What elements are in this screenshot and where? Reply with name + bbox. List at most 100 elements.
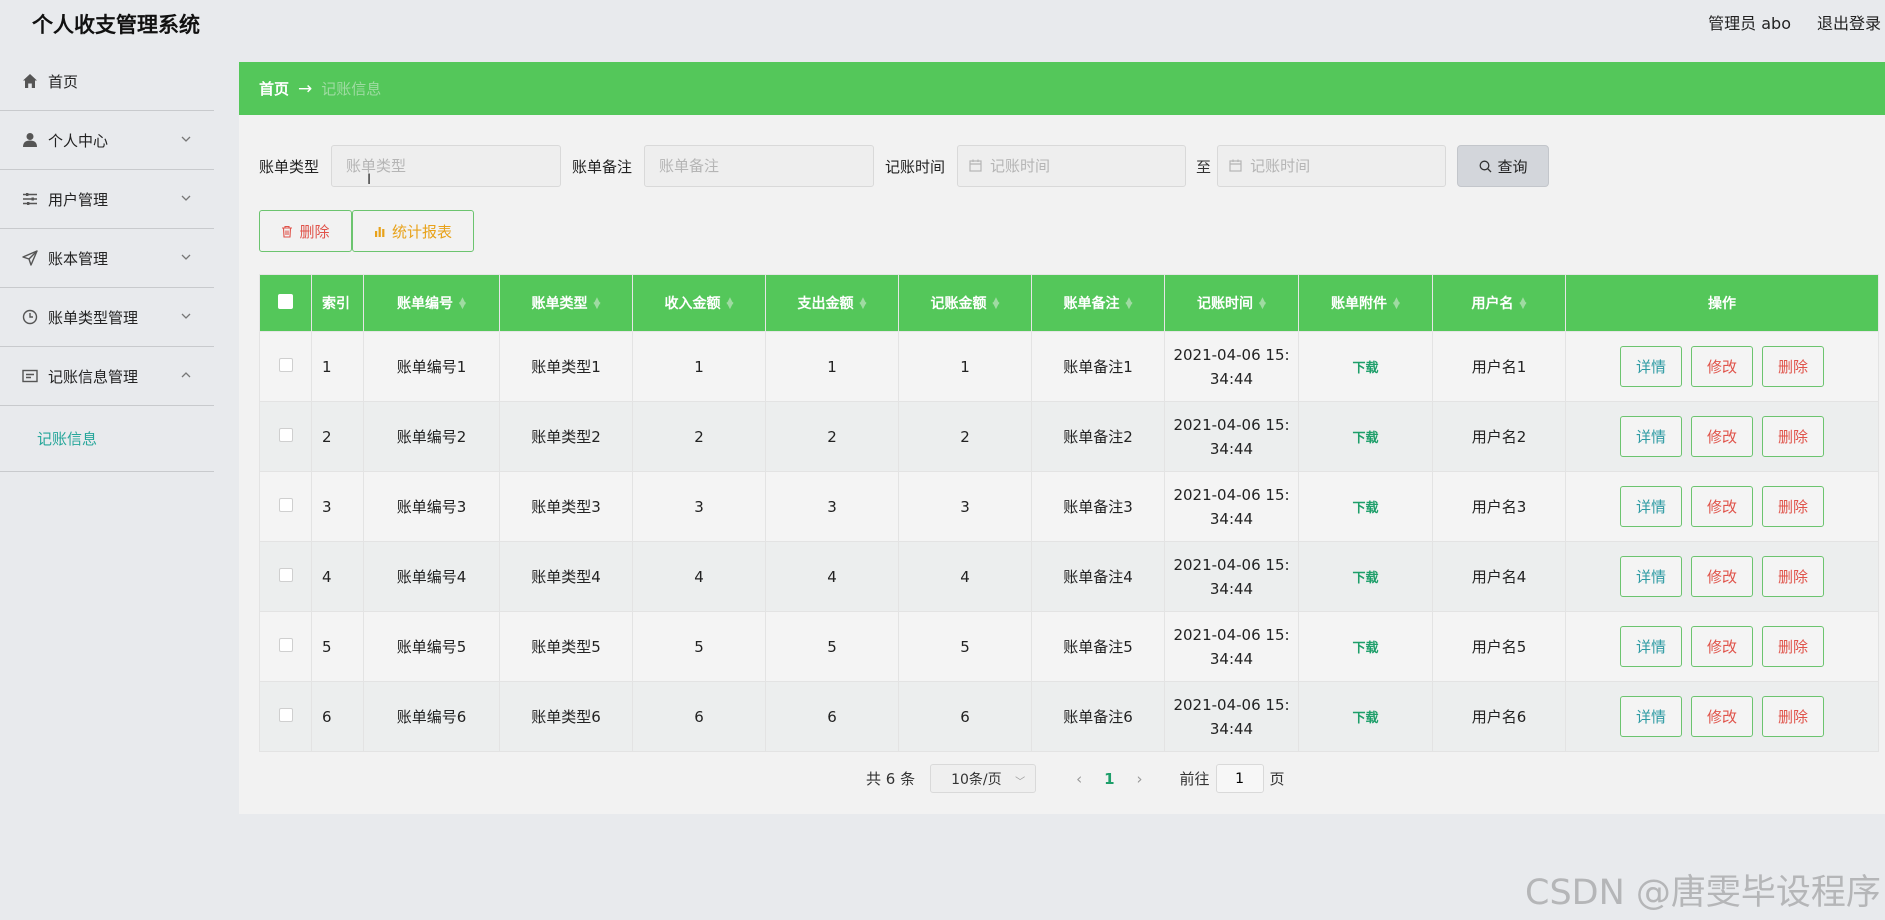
row-select-cell[interactable] [259, 471, 312, 542]
row-select-cell[interactable] [259, 541, 312, 612]
next-page-button[interactable]: › [1137, 770, 1143, 788]
current-user-label: 管理员 abo [1708, 14, 1791, 33]
query-button[interactable]: 查询 [1457, 145, 1550, 187]
column-header-sortable[interactable]: 记账时间 ▲ ▼ [1164, 274, 1299, 332]
delete-button[interactable]: 删除 [1762, 626, 1824, 667]
row-checkbox[interactable] [278, 637, 293, 652]
expense-cell: 5 [765, 611, 899, 682]
column-header: 索引 [311, 274, 364, 332]
column-header-sortable[interactable]: 记账金额 ▲ ▼ [898, 274, 1032, 332]
edit-button[interactable]: 修改 [1691, 556, 1753, 597]
detail-button[interactable]: 详情 [1620, 346, 1682, 387]
page-size-select[interactable]: 10条/页 ﹀ [930, 764, 1037, 793]
goto-page-input[interactable] [1215, 764, 1264, 793]
delete-button[interactable]: 删除 [1762, 556, 1824, 597]
column-header-sortable[interactable]: 账单附件 ▲ ▼ [1298, 274, 1433, 332]
amount-cell: 5 [898, 611, 1032, 682]
download-link[interactable]: 下载 [1352, 431, 1378, 446]
report-button[interactable]: 统计报表 [352, 210, 474, 252]
top-bar: 个人收支管理系统 管理员 abo 退出登录 [0, 0, 1885, 44]
row-select-cell[interactable] [259, 401, 312, 472]
column-header-sortable[interactable]: 账单备注 ▲ ▼ [1031, 274, 1165, 332]
end-date-input[interactable] [1217, 145, 1447, 187]
sidebar-item-label: 账本管理 [48, 249, 109, 268]
download-link[interactable]: 下载 [1352, 711, 1378, 726]
start-date-input[interactable] [957, 145, 1187, 187]
edit-button[interactable]: 修改 [1691, 486, 1753, 527]
bar-chart-icon [374, 227, 385, 237]
income-cell: 3 [632, 471, 766, 542]
download-link[interactable]: 下载 [1352, 361, 1378, 376]
sidebar-item-personal-center[interactable]: 个人中心 [0, 111, 214, 170]
sort-icon: ▲ ▼ [726, 296, 734, 311]
download-link[interactable]: 下载 [1352, 641, 1378, 656]
clock-icon [22, 309, 38, 325]
note-cell: 账单备注6 [1031, 681, 1165, 752]
row-select-cell[interactable] [259, 611, 312, 682]
page-suffix: 页 [1269, 770, 1285, 788]
row-checkbox[interactable] [278, 427, 293, 442]
download-link[interactable]: 下载 [1352, 571, 1378, 586]
edit-button[interactable]: 修改 [1691, 346, 1753, 387]
detail-button[interactable]: 详情 [1620, 696, 1682, 737]
delete-button[interactable]: 删除 [1762, 486, 1824, 527]
bill-type-label: 账单类型 [259, 157, 320, 176]
username-cell: 用户名6 [1432, 681, 1566, 752]
batch-delete-label: 删除 [299, 222, 330, 241]
time-cell: 2021-04-06 15: 34:44 [1164, 681, 1299, 752]
edit-button[interactable]: 修改 [1691, 626, 1753, 667]
expense-cell: 4 [765, 541, 899, 612]
delete-button[interactable]: 删除 [1762, 696, 1824, 737]
expense-cell: 6 [765, 681, 899, 752]
edit-button[interactable]: 修改 [1691, 416, 1753, 457]
select-all-checkbox[interactable] [278, 293, 293, 309]
sidebar-item-ledger-management[interactable]: 账本管理 [0, 229, 214, 288]
row-checkbox[interactable] [278, 357, 293, 372]
sidebar-item-home[interactable]: 首页 [0, 52, 214, 111]
username-cell: 用户名3 [1432, 471, 1566, 542]
row-checkbox[interactable] [278, 497, 293, 512]
detail-button[interactable]: 详情 [1620, 556, 1682, 597]
delete-button[interactable]: 删除 [1762, 416, 1824, 457]
breadcrumb-home[interactable]: 首页 [259, 78, 289, 99]
column-header-sortable[interactable]: 支出金额 ▲ ▼ [765, 274, 899, 332]
username-cell: 用户名2 [1432, 401, 1566, 472]
logout-link[interactable]: 退出登录 [1817, 10, 1881, 34]
username-cell: 用户名5 [1432, 611, 1566, 682]
row-checkbox[interactable] [278, 567, 293, 582]
bill-note-input[interactable] [644, 145, 875, 187]
row-select-cell[interactable] [259, 681, 312, 752]
select-all-header[interactable] [259, 274, 312, 332]
detail-button[interactable]: 详情 [1620, 486, 1682, 527]
row-select-cell[interactable] [259, 331, 312, 402]
index-cell: 1 [311, 331, 364, 402]
sort-icon: ▲ ▼ [1519, 296, 1527, 311]
username-cell: 用户名1 [1432, 331, 1566, 402]
edit-button[interactable]: 修改 [1691, 696, 1753, 737]
sidebar-item-user-management[interactable]: 用户管理 [0, 170, 214, 229]
sidebar-item-record-management[interactable]: 记账信息管理 [0, 347, 214, 406]
column-header-sortable[interactable]: 用户名 ▲ ▼ [1432, 274, 1566, 332]
page-number[interactable]: 1 [1104, 770, 1114, 788]
delete-button[interactable]: 删除 [1762, 346, 1824, 387]
chevron-down-icon: ﹀ [1015, 777, 1026, 788]
prev-page-button[interactable]: ‹ [1076, 770, 1082, 788]
operations-cell: 详情 修改 删除 [1565, 401, 1879, 472]
batch-delete-button[interactable]: 删除 [259, 210, 352, 252]
column-header-sortable[interactable]: 账单编号 ▲ ▼ [363, 274, 500, 332]
detail-button[interactable]: 详情 [1620, 416, 1682, 457]
no-cell: 账单编号3 [363, 471, 500, 542]
operations-cell: 详情 修改 删除 [1565, 331, 1879, 402]
bill-type-input[interactable] [331, 145, 562, 187]
column-header-sortable[interactable]: 账单类型 ▲ ▼ [499, 274, 633, 332]
row-checkbox[interactable] [278, 707, 293, 722]
sidebar-item-bill-type-management[interactable]: 账单类型管理 [0, 288, 214, 347]
amount-cell: 1 [898, 331, 1032, 402]
download-link[interactable]: 下载 [1352, 501, 1378, 516]
start-date-picker[interactable] [957, 145, 1187, 187]
sidebar-subitem-records[interactable]: 记账信息 [0, 406, 214, 472]
detail-button[interactable]: 详情 [1620, 626, 1682, 667]
expense-cell: 3 [765, 471, 899, 542]
end-date-picker[interactable] [1217, 145, 1447, 187]
column-header-sortable[interactable]: 收入金额 ▲ ▼ [632, 274, 766, 332]
